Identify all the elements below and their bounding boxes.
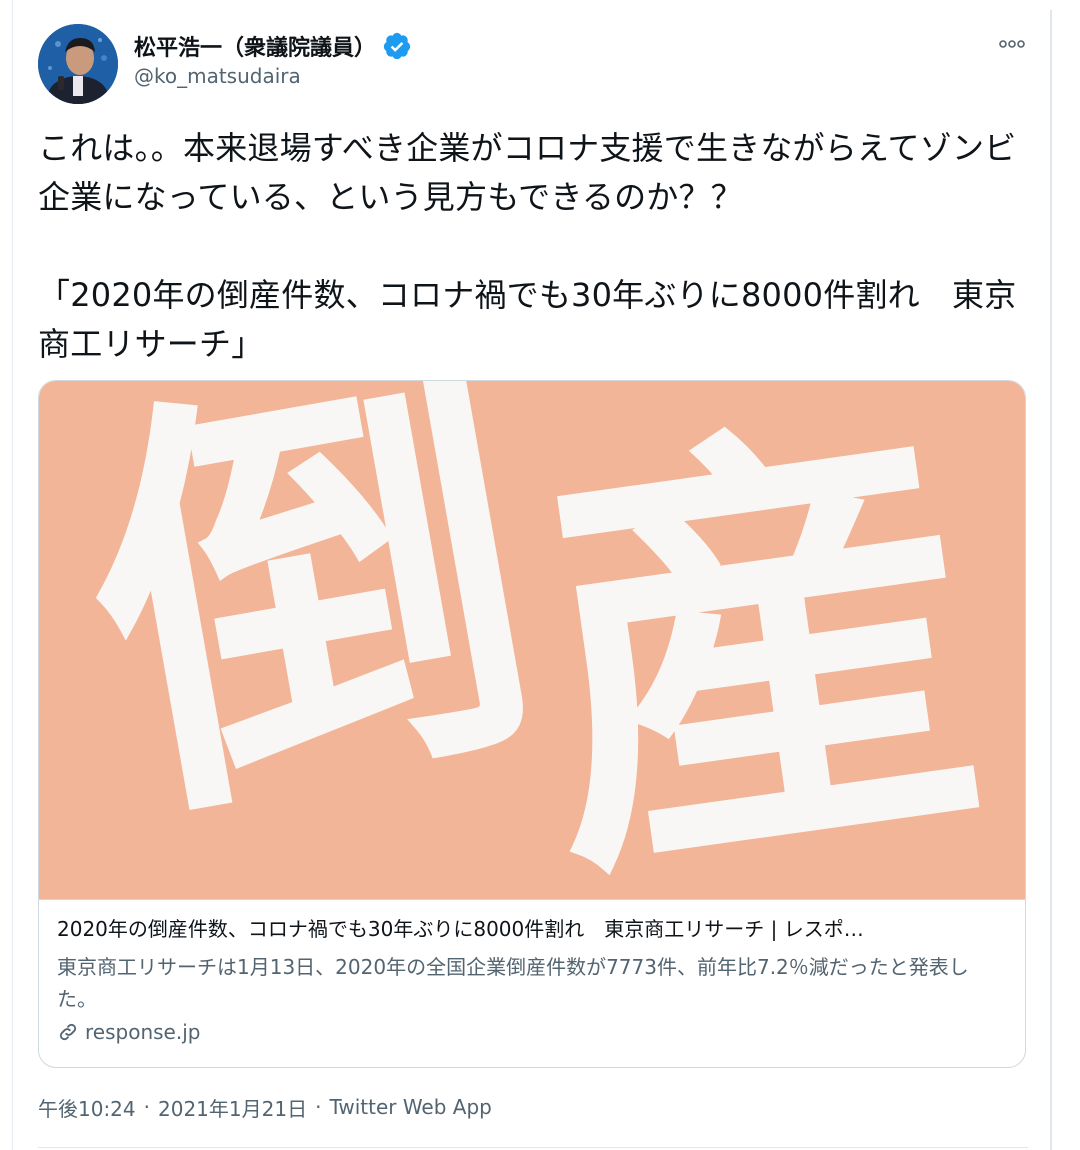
author-handle[interactable]: @ko_matsudaira [134, 64, 301, 88]
more-options-button[interactable] [992, 30, 1032, 58]
card-divider [39, 899, 1025, 900]
tweet-source[interactable]: Twitter Web App [329, 1095, 491, 1119]
avatar-photo [38, 24, 118, 104]
card-title: 2020年の倒産件数、コロナ禍でも30年ぶりに8000件割れ 東京商工リサーチ … [57, 917, 864, 941]
tweet-detail: 松平浩一（衆議院議員） @ko_matsudaira これは。。本来退場すべき企… [0, 0, 1080, 1150]
link-icon [57, 1021, 79, 1043]
card-description: 東京商工リサーチは1月13日、2020年の全国企業倒産件数が7773件、前年比7… [57, 955, 969, 1011]
card-image: 倒 産 [39, 381, 1025, 899]
verified-badge-icon [382, 31, 412, 61]
meta-separator: · [315, 1095, 322, 1119]
card-image-character: 産 [505, 381, 1013, 899]
avatar[interactable] [38, 24, 118, 104]
author-name[interactable]: 松平浩一（衆議院議員） [134, 30, 376, 62]
author-name-row[interactable]: 松平浩一（衆議院議員） [134, 28, 412, 64]
card-domain: response.jp [57, 1017, 200, 1047]
link-preview-card[interactable]: 倒 産 2020年の倒産件数、コロナ禍でも30年ぶりに8000件割れ 東京商工リ… [38, 380, 1026, 1068]
tweet-text: これは。。本来退場すべき企業がコロナ支援で生きながらえてゾンビ企業になっている、… [38, 129, 1017, 363]
tweet-meta: 午後10:24 · 2021年1月21日 · Twitter Web App [38, 1092, 492, 1122]
tweet-date[interactable]: 2021年1月21日 [158, 1093, 307, 1122]
card-image-character: 倒 [58, 381, 570, 880]
tweet-time[interactable]: 午後10:24 [38, 1093, 136, 1122]
card-domain-text: response.jp [85, 1020, 201, 1044]
meta-separator: · [143, 1095, 150, 1119]
more-options-icon [999, 40, 1025, 48]
tweet-divider [38, 1147, 1028, 1148]
timeline-border-left [12, 0, 13, 1150]
timeline-border-right [1050, 10, 1052, 1150]
